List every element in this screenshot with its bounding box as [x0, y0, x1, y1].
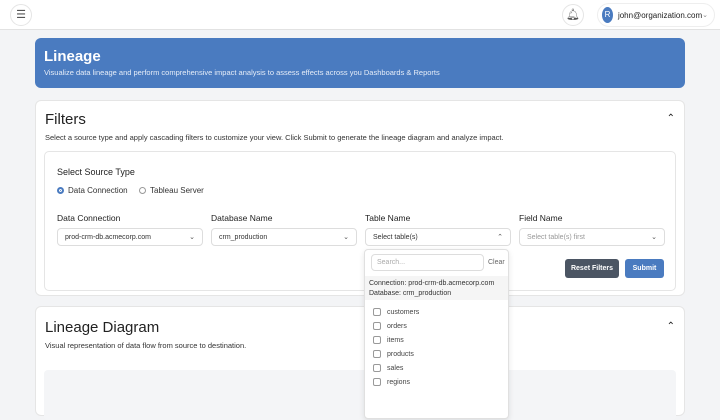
radio-data-connection[interactable]: Data Connection [57, 186, 128, 195]
table-option[interactable]: sales [373, 364, 403, 372]
filters-panel: Select Source Type Data Connection Table… [44, 151, 676, 291]
clear-button[interactable]: Clear [488, 259, 505, 266]
data-connection-label: Data Connection [57, 213, 121, 223]
bell-icon[interactable]: 🔔︎ [562, 4, 584, 26]
diagram-description: Visual representation of data flow from … [45, 341, 247, 350]
diagram-canvas [44, 370, 676, 420]
table-name-select[interactable]: Select table(s) ⌃ [365, 228, 511, 246]
field-name-label: Field Name [519, 213, 563, 223]
sidebar-toggle-icon[interactable]: ☰ [10, 4, 32, 26]
diagram-title: Lineage Diagram [45, 319, 160, 336]
lineage-diagram-card: Lineage Diagram ⌃ Visual representation … [35, 306, 685, 420]
data-connection-select[interactable]: prod-crm-db.acmecorp.com ⌄ [57, 228, 203, 246]
table-name-label: Table Name [365, 213, 411, 223]
source-type-label: Select Source Type [57, 167, 135, 177]
connection-info: Connection: prod-crm-db.acmecorp.com Dat… [365, 276, 508, 300]
reset-filters-button[interactable]: Reset Filters [565, 259, 619, 278]
radio-tableau-server[interactable]: Tableau Server [139, 186, 204, 195]
filters-card: Filters ⌃ Select a source type and apply… [35, 100, 685, 296]
table-option[interactable]: items [373, 336, 404, 344]
chevron-down-icon: ⌄ [651, 234, 657, 241]
filters-title: Filters [45, 111, 86, 128]
chevron-down-icon: ⌄ [702, 12, 708, 19]
avatar: R [602, 7, 613, 23]
chevron-down-icon: ⌄ [343, 234, 349, 241]
submit-button[interactable]: Submit [625, 259, 664, 278]
table-option[interactable]: customers [373, 308, 419, 316]
table-dropdown: Search... Clear Connection: prod-crm-db.… [364, 249, 509, 419]
chevron-down-icon: ⌄ [189, 234, 195, 241]
table-option[interactable]: products [373, 350, 414, 358]
user-email: john@organization.com [617, 10, 703, 20]
page-title: Lineage [44, 48, 101, 65]
chevron-up-icon[interactable]: ⌃ [667, 321, 675, 332]
page-subtitle: Visualize data lineage and perform compr… [44, 68, 440, 77]
filters-description: Select a source type and apply cascading… [45, 133, 504, 142]
chevron-up-icon[interactable]: ⌃ [667, 113, 675, 124]
field-name-select[interactable]: Select table(s) first ⌄ [519, 228, 665, 246]
table-option[interactable]: orders [373, 322, 407, 330]
chevron-up-icon: ⌃ [497, 234, 503, 241]
table-option[interactable]: regions [373, 378, 410, 386]
page-banner: Lineage Visualize data lineage and perfo… [35, 38, 685, 88]
table-search-input[interactable]: Search... [371, 254, 484, 271]
database-name-label: Database Name [211, 213, 273, 223]
database-name-select[interactable]: crm_production ⌄ [211, 228, 357, 246]
top-bar: ☰ 🔔︎ R john@organization.com ⌄ [0, 0, 720, 30]
user-menu[interactable]: R john@organization.com ⌄ [597, 3, 715, 27]
